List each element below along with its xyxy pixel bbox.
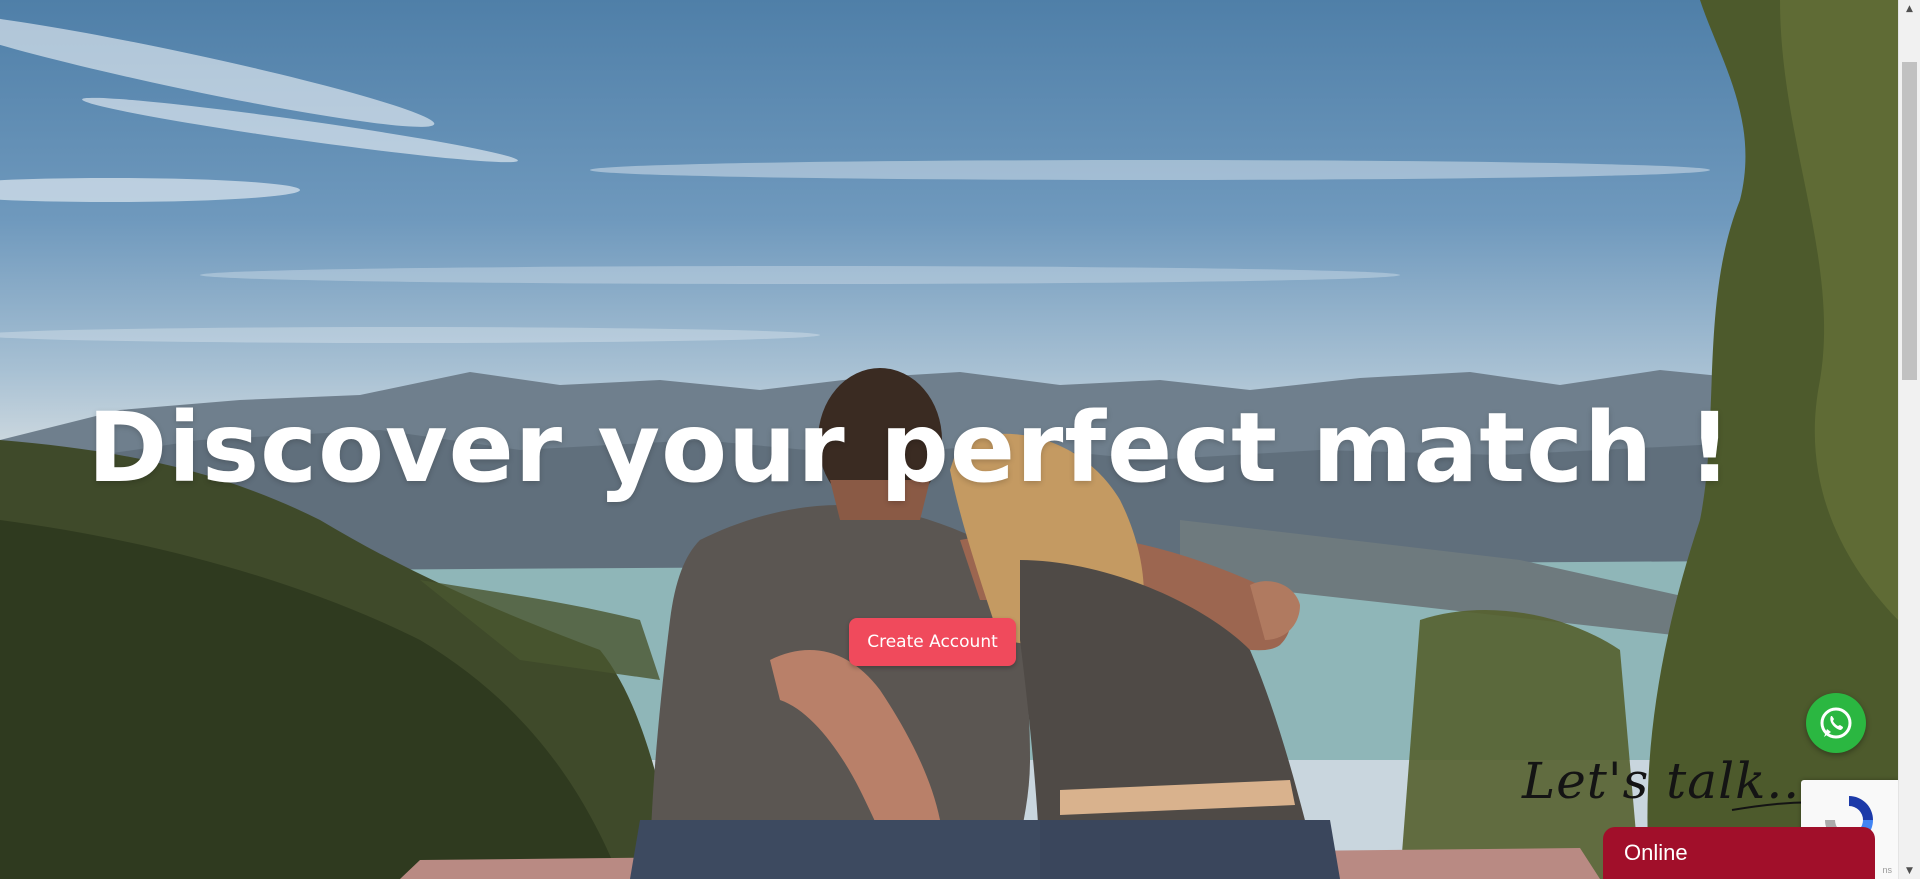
scroll-thumb[interactable] [1902,62,1917,380]
whatsapp-button[interactable] [1806,693,1866,753]
chat-status-bar[interactable]: Online [1603,827,1875,879]
page: Discover your perfect match ! Create Acc… [0,0,1920,879]
scroll-up-arrow-icon[interactable]: ▲ [1899,0,1920,17]
recaptcha-terms-link[interactable]: ns [1882,865,1892,875]
page-scrollbar[interactable]: ▲ ▼ [1898,0,1920,879]
scroll-down-arrow-icon[interactable]: ▼ [1899,862,1920,879]
create-account-button[interactable]: Create Account [849,618,1016,666]
hero-section: Discover your perfect match ! Create Acc… [0,0,1898,879]
hero-title: Discover your perfect match ! [87,392,1733,504]
chat-status-label: Online [1624,840,1688,865]
whatsapp-icon [1820,707,1852,739]
